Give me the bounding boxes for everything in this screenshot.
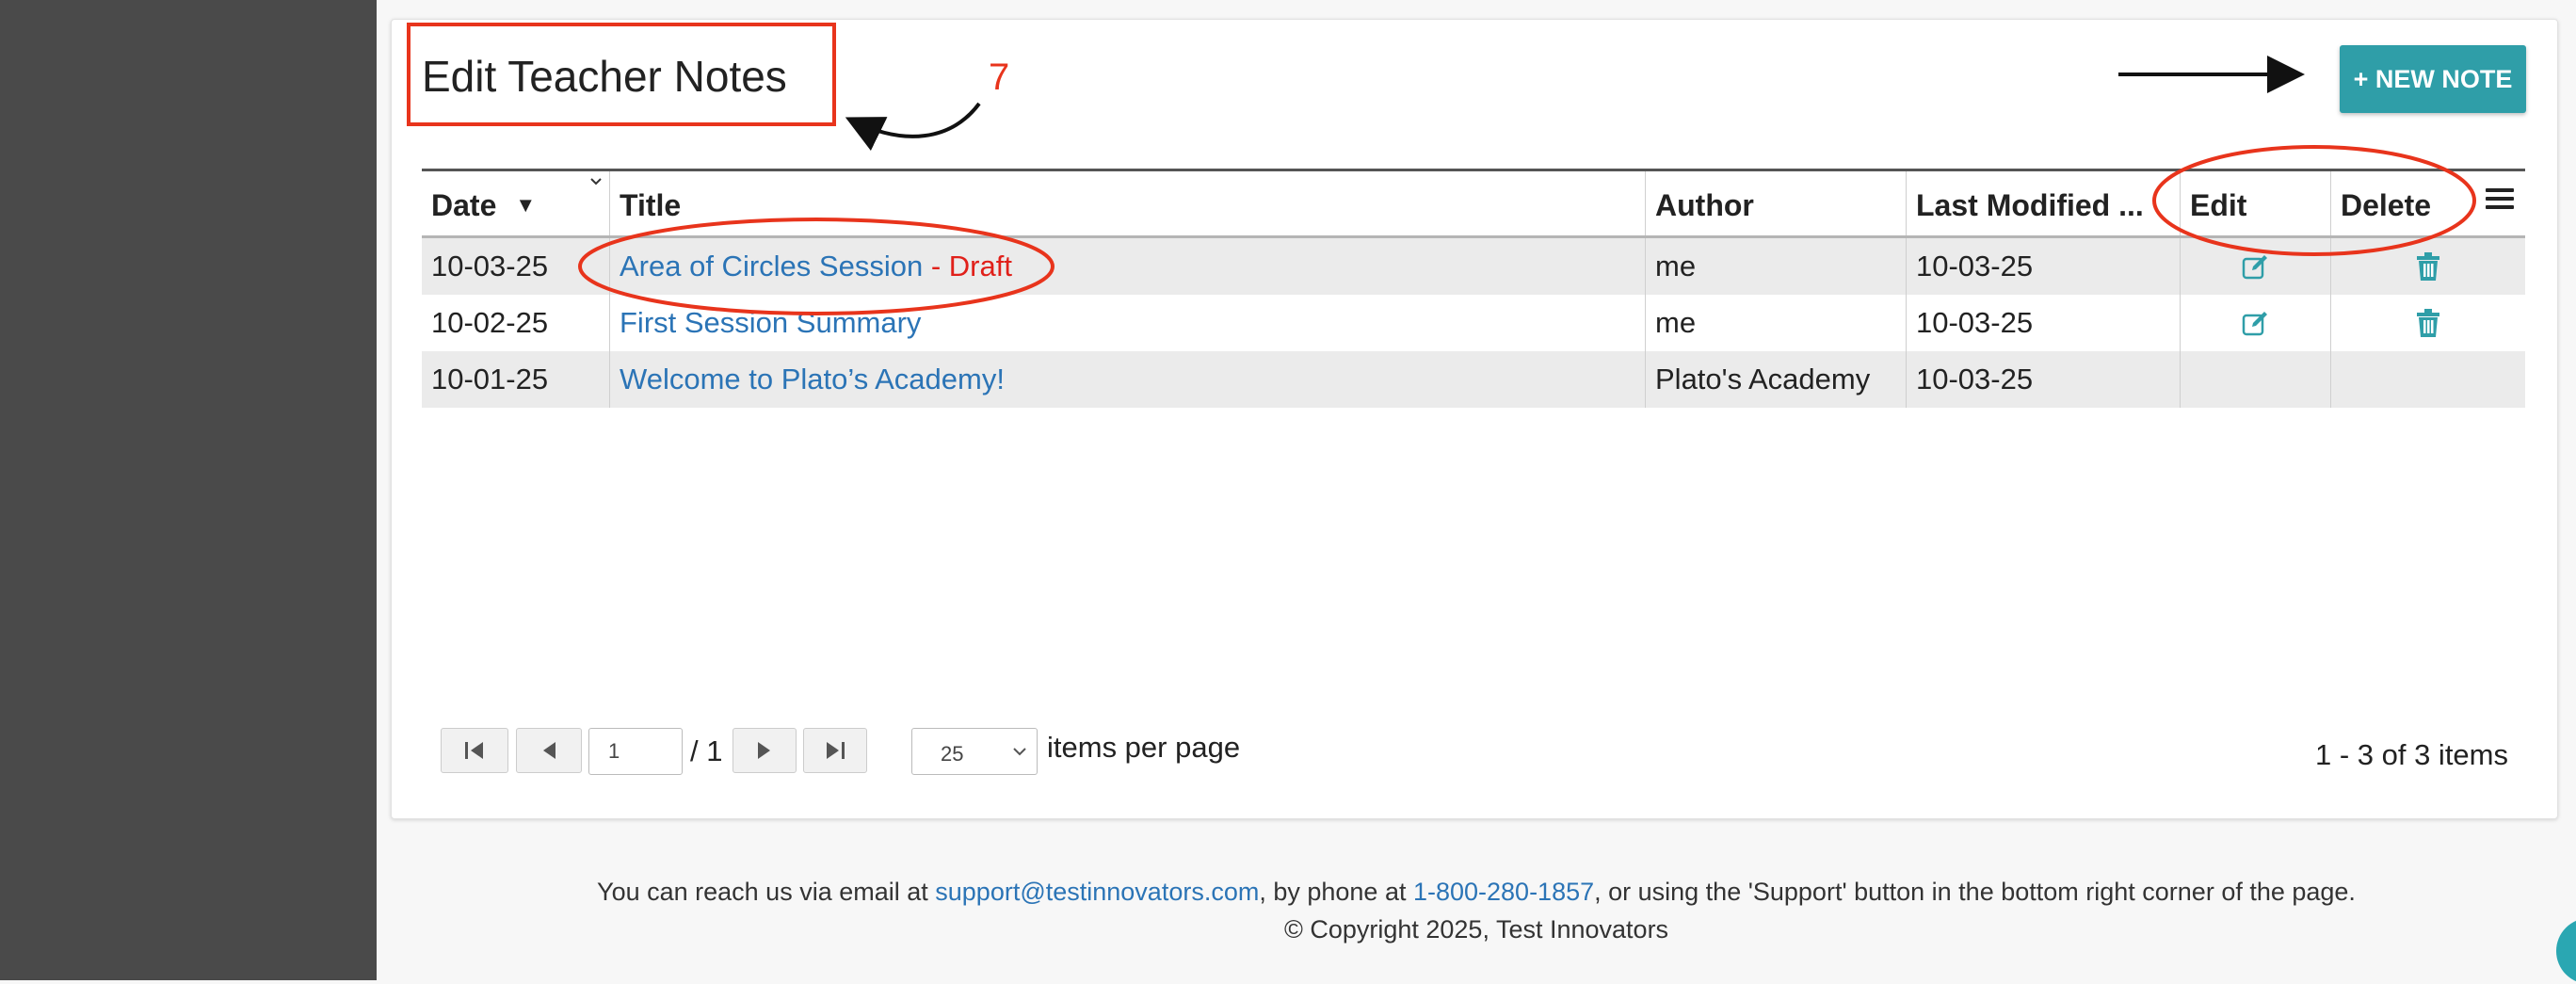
annotation-overlay: 7: [407, 23, 2476, 315]
annotation-arrow: [845, 102, 981, 152]
annotation-step-number: 7: [989, 56, 1009, 98]
annotation-circle: [578, 218, 1055, 315]
annotation-box: [407, 23, 836, 126]
annotation-circle: [2152, 145, 2476, 256]
